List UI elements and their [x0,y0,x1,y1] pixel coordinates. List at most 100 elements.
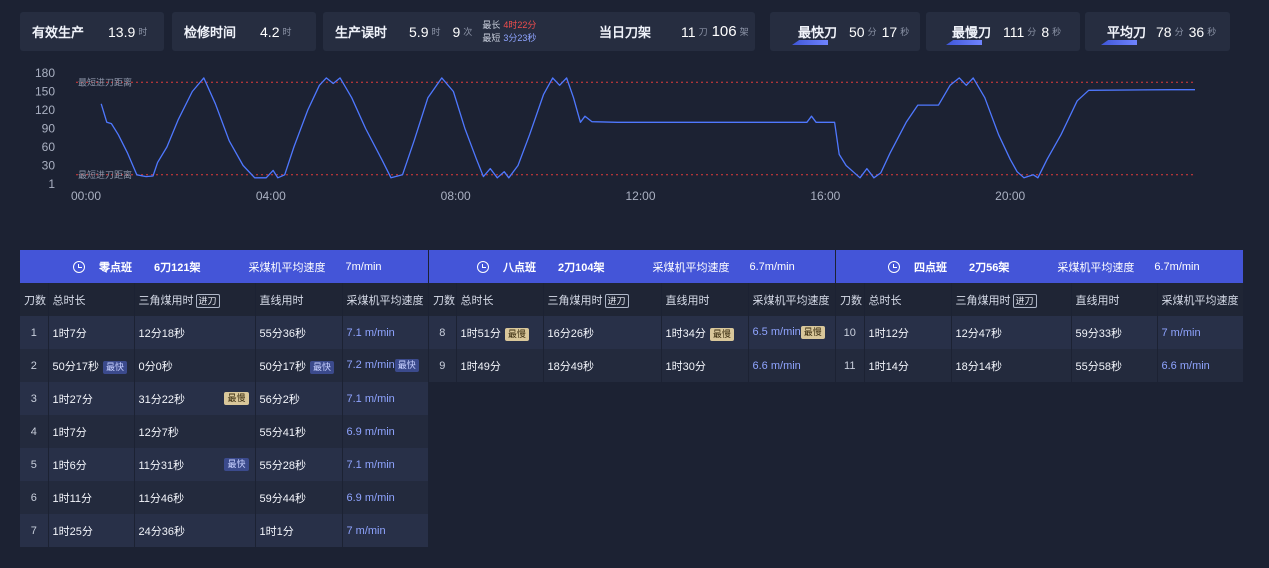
y-tick-label: 60 [42,140,56,154]
table-header-row: 刀数 总时长 三角煤用时 进刀 直线用时 采煤机平均速度 [20,283,428,316]
shift-speed-label: 采煤机平均速度 [248,261,326,274]
cell-idx: 7 [20,514,48,547]
col-total: 总时长 [47,283,134,316]
stat-knives: 11 [681,23,696,40]
cell-speed-value: 6.5 m/min [752,326,801,338]
stat-min-unit: 分 [867,27,877,37]
cell-tri-value: 31分22秒 [138,393,185,406]
table-row[interactable]: 4 1时7分 12分7秒 55分41秒 6.9 m/min [20,415,428,448]
stat-min: 78 [1156,23,1172,40]
summary-stats-bar: 有效生产 13.9 时 检修时间 4.2 时 生产误时 5.9 时 9 次 最长… [20,12,1240,52]
y-tick-label: 1 [48,177,55,191]
table-row[interactable]: 10 1时12分 12分47秒 59分33秒 7 m/min [836,316,1243,349]
stat-sec-unit: 秒 [1207,27,1217,37]
cell-line: 59分44秒 [254,481,342,514]
stat-sec-unit: 秒 [900,27,910,37]
cell-speed: 7 m/min [341,514,428,547]
shift-table-zero: 零点班 6刀121架 采煤机平均速度 7m/min 刀数 总时长 三角煤用时 进刀… [20,250,428,547]
cell-idx: 11 [836,349,864,382]
stat-value: 13.9 [108,23,136,40]
cutting-position-line-chart: 180 150 120 90 60 30 1 00:00 04:00 08:00 12:00 16:0… [35,66,1195,203]
cell-line: 55分41秒 [254,415,342,448]
col-tri: 三角煤用时 进刀 [950,283,1071,316]
table-row[interactable]: 8 1时51分 最慢 16分26秒 1时34分 最慢 6.5 m/min 最慢 [429,316,835,349]
shift-speed-value: 6.7m/min [1154,260,1200,273]
stat-min: 50 [849,23,865,40]
cell-idx: 3 [20,382,48,415]
cell-total: 1时6分 [47,448,134,481]
cell-speed: 7.1 m/min [341,316,428,349]
shortest-value: 3分23秒 [503,32,537,43]
reference-line-label: 最短进刀距离 [78,76,132,87]
col-speed: 采煤机平均速度 [1156,283,1243,316]
table-row[interactable]: 1 1时7分 12分18秒 55分36秒 7.1 m/min [20,316,428,349]
col-line: 直线用时 [660,283,748,316]
col-line: 直线用时 [1070,283,1157,316]
stat-sec: 36 [1188,23,1205,40]
cell-speed: 6.6 m/min [1156,349,1243,382]
shift-header: 零点班 6刀121架 采煤机平均速度 7m/min [20,250,428,283]
cell-total-value: 50分17秒 [52,360,99,373]
y-tick-label: 30 [42,159,56,173]
x-tick-label: 20:00 [995,189,1025,203]
stat-label: 当日刀架 [599,25,652,40]
cell-line: 55分36秒 [254,316,342,349]
stat-label: 检修时间 [184,25,237,40]
cell-tri: 12分18秒 [133,316,255,349]
cell-idx: 4 [20,415,48,448]
cell-speed: 6.6 m/min [747,349,835,382]
table-row[interactable]: 9 1时49分 18分49秒 1时30分 6.6 m/min [429,349,835,382]
y-tick-label: 180 [35,66,55,80]
stat-value: 4.2 [260,23,280,40]
cell-total: 1时11分 [47,481,134,514]
longest-label: 最长 [482,19,501,30]
stat-average-knife: 平均刀 78 分 36 秒 [1085,12,1230,51]
table-row[interactable]: 6 1时11分 11分46秒 59分44秒 6.9 m/min [20,481,428,514]
stat-effective-production: 有效生产 13.9 时 [20,12,164,51]
shift-table-eight: 八点班 2刀104架 采煤机平均速度 6.7m/min 刀数 总时长 三角煤用时… [429,250,835,382]
cell-speed: 7.2 m/min 最快 [341,349,428,382]
cell-tri: 24分36秒 [133,514,255,547]
cell-idx: 6 [20,481,48,514]
cell-speed-value: 7.2 m/min [346,359,395,371]
table-row[interactable]: 11 1时14分 18分14秒 55分58秒 6.6 m/min [836,349,1243,382]
stat-knives-unit: 刀 [698,27,708,37]
cell-total: 1时7分 [47,316,134,349]
shift-data-table: 刀数 总时长 三角煤用时 进刀 直线用时 采煤机平均速度 10 1时12分 12分… [836,283,1243,382]
x-tick-label: 00:00 [71,189,101,203]
col-tri-label: 三角煤用时 [955,294,1011,307]
stat-frames-unit: 架 [739,27,749,37]
slowest-badge: 最慢 [504,327,529,341]
x-tick-label: 08:00 [441,189,471,203]
cell-tri: 12分7秒 [133,415,255,448]
cell-total-value: 1时51分 [460,327,501,340]
table-row[interactable]: 5 1时6分 11分31秒 最快 55分28秒 7.1 m/min [20,448,428,481]
stat-label: 平均刀 [1107,22,1146,41]
x-tick-label: 04:00 [256,189,286,203]
x-tick-label: 12:00 [625,189,655,203]
cell-idx: 8 [429,316,456,349]
col-line: 直线用时 [254,283,342,316]
table-row[interactable]: 7 1时25分 24分36秒 1时1分 7 m/min [20,514,428,547]
y-tick-label: 90 [42,122,56,136]
stat-unit: 时 [282,27,292,37]
y-tick-label: 150 [35,85,55,99]
col-tri-label: 三角煤用时 [547,294,603,307]
shortest-label: 最短 [482,32,501,43]
fastest-badge: 最快 [102,360,127,374]
shift-name: 四点班 [914,261,947,274]
shift-header: 四点班 2刀56架 采煤机平均速度 6.7m/min [836,250,1243,283]
table-row[interactable]: 3 1时27分 31分22秒 最慢 56分2秒 7.1 m/min [20,382,428,415]
cell-tri: 12分47秒 [950,316,1071,349]
cell-line: 1时30分 [660,349,748,382]
stat-production-delay: 生产误时 5.9 时 9 次 最长 4时22分 最短 3分23秒 [323,12,585,51]
table-row[interactable]: 2 50分17秒 最快 0分0秒 50分17秒 最快 7.2 m/min 最快 [20,349,428,382]
cell-total: 1时49分 [455,349,543,382]
series-line [100,77,1195,179]
col-idx: 刀数 [20,283,48,316]
cell-speed: 6.5 m/min 最慢 [747,316,835,349]
slowest-badge: 最慢 [709,327,734,341]
reference-line-label: 最短进刀距离 [78,169,132,180]
shift-header: 八点班 2刀104架 采煤机平均速度 6.7m/min [429,250,835,283]
stat-count-unit: 次 [463,27,473,37]
